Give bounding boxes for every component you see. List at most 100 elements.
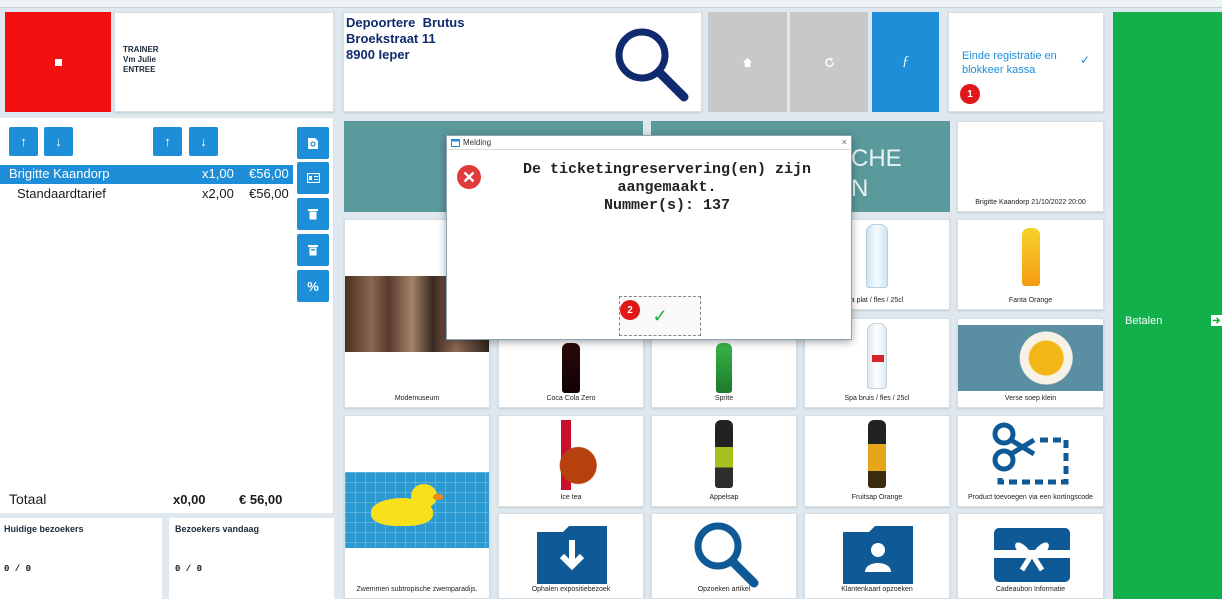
expo-pickup-tile[interactable]: Ophalen expositiebezoek: [498, 513, 644, 599]
arrow-right-icon: [1211, 315, 1222, 326]
refresh-icon: [824, 57, 834, 67]
user-location: ENTREE: [123, 65, 156, 74]
trash-all-icon: [308, 245, 318, 256]
customer-panel[interactable]: Depoortere Brutus Broekstraat 11 8900 Ie…: [343, 12, 702, 112]
pay-label: Betalen: [1125, 315, 1163, 327]
stop-square-icon: [54, 58, 62, 66]
order-line-qty: x1,00: [202, 166, 234, 181]
dialog-message-line: Nummer(s): 137: [603, 197, 731, 214]
order-line-name: Standaardtarief: [17, 186, 106, 201]
sprite-caption: Sprite: [714, 395, 734, 402]
fanta-bottle-image: [1021, 228, 1040, 286]
fruitsap-tile[interactable]: Fruitsap Orange: [804, 415, 950, 507]
step-badge-2: 2: [620, 300, 640, 320]
soup-caption: Verse soep klein: [1004, 395, 1057, 402]
folder-download-icon: [537, 526, 607, 584]
customer-city: 8900 Ieper: [346, 47, 410, 62]
voucher-caption: Cadeaubon Informatie: [995, 586, 1066, 593]
card-button[interactable]: [297, 162, 329, 194]
spa-bruis-caption: Spa bruis / fles / 25cl: [844, 395, 910, 402]
document-search-icon: [308, 137, 318, 149]
cola-caption: Coca Cola Zero: [546, 395, 596, 402]
ice-tea-tile[interactable]: Ice tea: [498, 415, 644, 507]
discount-code-caption: Product toevoegen via een kortingscode: [968, 494, 1093, 501]
order-line-price: €56,00: [249, 166, 289, 181]
top-rule: [0, 0, 1222, 8]
swim-tile[interactable]: Zwemmen subtropische zwemparadijs.: [344, 415, 490, 599]
appelsap-bottle-image: [715, 420, 733, 488]
customer-name: Depoortere Brutus: [346, 15, 465, 30]
dialog-titlebar: Melding ×: [447, 136, 851, 150]
total-amount: € 56,00: [239, 492, 283, 507]
category-tile-text: N: [851, 175, 869, 202]
percent-icon: %: [307, 278, 319, 294]
dialog-message-line: De ticketingreservering(en) zijn: [522, 161, 812, 178]
dialog-message-line: aangemaakt.: [617, 179, 717, 196]
total-label: Totaal: [9, 491, 47, 507]
delete-line-button[interactable]: [297, 198, 329, 230]
home-button[interactable]: [708, 12, 787, 112]
order-line-qty: x2,00: [202, 186, 234, 201]
voucher-tile[interactable]: Cadeaubon Informatie: [957, 513, 1104, 599]
preview-button[interactable]: [297, 127, 329, 159]
fruitsap-bottle-image: [868, 420, 886, 488]
trash-icon: [308, 209, 318, 220]
expo-pickup-caption: Ophalen expositiebezoek: [531, 586, 611, 593]
move-down-button-2[interactable]: ↓: [189, 127, 218, 156]
dialog-close-button[interactable]: ×: [842, 137, 847, 147]
delete-all-button[interactable]: [297, 234, 329, 266]
user-info-panel: TRAINER Vm Julie ENTREE: [114, 12, 334, 112]
search-icon: [694, 522, 759, 588]
fanta-caption: Fanta Orange: [1008, 297, 1053, 304]
ice-tea-caption: Ice tea: [560, 494, 582, 501]
discount-button[interactable]: %: [297, 270, 329, 302]
refresh-button[interactable]: [790, 12, 868, 112]
pay-button[interactable]: Betalen: [1113, 12, 1222, 599]
move-down-button-1[interactable]: ↓: [44, 127, 73, 156]
move-up-button-1[interactable]: ↑: [9, 127, 38, 156]
move-up-button-2[interactable]: ↑: [153, 127, 182, 156]
event-tile[interactable]: Brigitte Kaandorp 21/10/2022 20:00: [957, 121, 1104, 212]
duck-beak-image: [433, 494, 443, 500]
message-dialog: Melding × De ticketingreservering(en) zi…: [446, 135, 852, 340]
f-icon: ƒ: [902, 54, 909, 69]
search-customer-icon[interactable]: [612, 25, 692, 105]
id-card-icon: [306, 173, 320, 183]
swim-caption: Zwemmen subtropische zwemparadijs.: [356, 586, 478, 593]
appelsap-caption: Appelsap: [709, 494, 739, 501]
soup-image: [958, 325, 1103, 391]
fanta-tile[interactable]: Fanta Orange: [957, 219, 1104, 310]
cola-bottle-image: [562, 343, 580, 393]
ice-tea-image: [541, 420, 601, 490]
customer-card-tile[interactable]: Klantenkaart opzoeken: [804, 513, 950, 599]
home-icon: [742, 57, 753, 67]
stop-button[interactable]: [5, 12, 111, 112]
today-visitors-value: 0 / 0: [175, 564, 203, 574]
soup-tile[interactable]: Verse soep klein: [957, 318, 1104, 408]
spa-plat-bottle-image: [866, 224, 888, 288]
facebook-button[interactable]: ƒ: [872, 12, 939, 112]
step-badge-1: 1: [960, 84, 980, 104]
appelsap-tile[interactable]: Appelsap: [651, 415, 797, 507]
discount-code-tile[interactable]: Product toevoegen via een kortingscode: [957, 415, 1104, 507]
order-line-selected[interactable]: Brigitte Kaandorp x1,00 €56,00: [0, 165, 293, 184]
gift-card-icon: [994, 528, 1070, 582]
error-icon: [457, 165, 481, 189]
current-visitors-value: 0 / 0: [4, 564, 32, 574]
scissors-coupon-icon: [992, 422, 1069, 485]
search-article-caption: Opzoeken artikel: [697, 586, 751, 593]
current-visitors-label: Huidige bezoekers: [4, 524, 84, 534]
order-line-name: Brigitte Kaandorp: [9, 166, 110, 181]
sprite-bottle-image: [716, 343, 732, 393]
search-article-tile[interactable]: Opzoeken artikel: [651, 513, 797, 599]
user-role: TRAINER: [123, 45, 159, 54]
today-visitors-panel: Bezoekers vandaag 0 / 0: [169, 518, 334, 599]
order-line[interactable]: Standaardtarief x2,00 €56,00: [0, 185, 293, 204]
end-registration-label: Einde registratie en blokkeer kassa: [962, 50, 1057, 76]
window-icon: [451, 139, 460, 147]
dialog-title: Melding: [463, 138, 492, 147]
customer-street: Broekstraat 11: [346, 31, 436, 46]
order-line-price: €56,00: [249, 186, 289, 201]
customer-card-caption: Klantenkaart opzoeken: [841, 586, 913, 593]
check-icon: ✓: [1080, 53, 1091, 67]
